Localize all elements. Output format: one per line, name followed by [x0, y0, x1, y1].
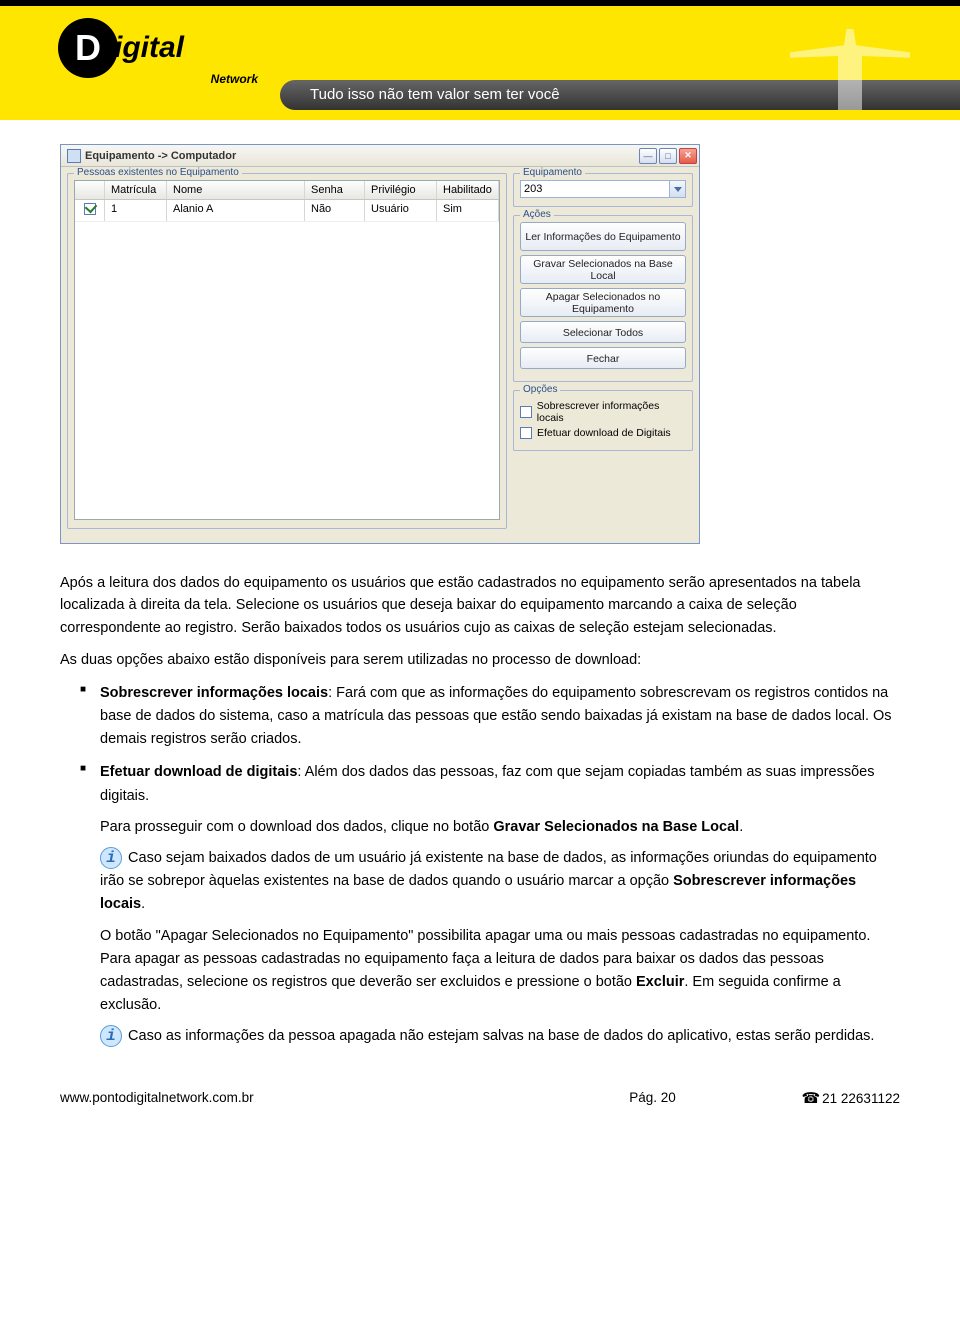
cell-habilitado: Sim: [437, 200, 499, 221]
equipamento-value[interactable]: [520, 180, 670, 198]
people-fieldset: Pessoas existentes no Equipamento Matríc…: [67, 173, 507, 529]
col-habilitado[interactable]: Habilitado: [437, 181, 499, 199]
select-all-button[interactable]: Selecionar Todos: [520, 321, 686, 343]
chevron-down-icon[interactable]: [670, 180, 686, 198]
footer-phone: 21 22631122: [822, 1091, 900, 1106]
minimize-button[interactable]: —: [639, 148, 657, 164]
delete-selected-button[interactable]: Apagar Selecionados no Equipamento: [520, 288, 686, 317]
paragraph-1: Após a leitura dos dados do equipamento …: [60, 572, 900, 639]
info-icon-2: i: [100, 1025, 122, 1047]
page-label: Pág.: [629, 1090, 657, 1105]
p6: Caso as informações da pessoa apagada nã…: [128, 1028, 874, 1044]
col-senha[interactable]: Senha: [305, 181, 365, 199]
col-matricula[interactable]: Matrícula: [105, 181, 167, 199]
page-number: 20: [661, 1090, 676, 1105]
opcoes-fieldset: Opções Sobrescrever informações locais E…: [513, 390, 693, 451]
p5b: Excluir: [636, 974, 684, 990]
people-list[interactable]: Matrícula Nome Senha Privilégio Habilita…: [74, 180, 500, 520]
table-row[interactable]: 1 Alanio A Não Usuário Sim: [75, 200, 499, 222]
overwrite-checkbox[interactable]: [520, 406, 532, 418]
page-footer: www.pontodigitalnetwork.com.br Pág. 20 ☎…: [0, 1089, 960, 1135]
bullet-2-bold: Efetuar download de digitais: [100, 764, 297, 780]
p4c: .: [141, 896, 145, 912]
logo: Digital Network: [58, 18, 268, 103]
save-local-button[interactable]: Gravar Selecionados na Base Local: [520, 255, 686, 284]
window-title: Equipamento -> Computador: [85, 150, 639, 162]
row-checkbox[interactable]: [84, 203, 96, 215]
col-nome[interactable]: Nome: [167, 181, 305, 199]
cell-senha: Não: [305, 200, 365, 221]
overwrite-label: Sobrescrever informações locais: [537, 400, 686, 424]
read-info-button[interactable]: Ler Informações do Equipamento: [520, 222, 686, 251]
download-digitals-label: Efetuar download de Digitais: [537, 427, 671, 439]
acoes-legend: Ações: [520, 209, 554, 220]
titlebar: Equipamento -> Computador — □ ✕: [61, 145, 699, 167]
download-digitals-checkbox[interactable]: [520, 427, 532, 439]
cell-nome: Alanio A: [167, 200, 305, 221]
logo-icon: D: [58, 18, 118, 78]
close-button[interactable]: ✕: [679, 148, 697, 164]
p3a: Para prosseguir com o download dos dados…: [100, 819, 493, 835]
bullet-1-bold: Sobrescrever informações locais: [100, 685, 328, 701]
equipamento-select[interactable]: [520, 180, 686, 198]
equipamento-fieldset: Equipamento: [513, 173, 693, 207]
bullet-2: Efetuar download de digitais: Além dos d…: [60, 761, 900, 1048]
dialog-window: Equipamento -> Computador — □ ✕ Pessoas …: [60, 144, 700, 544]
maximize-button[interactable]: □: [659, 148, 677, 164]
footer-url: www.pontodigitalnetwork.com.br: [60, 1090, 254, 1105]
window-icon: [67, 149, 81, 163]
cell-privilegio: Usuário: [365, 200, 437, 221]
bullet-1: Sobrescrever informações locais: Fará co…: [60, 682, 900, 752]
p3b: Gravar Selecionados na Base Local: [493, 819, 739, 835]
info-icon: i: [100, 847, 122, 869]
cell-matricula: 1: [105, 200, 167, 221]
list-header: Matrícula Nome Senha Privilégio Habilita…: [75, 181, 499, 200]
phone-icon: ☎: [801, 1089, 820, 1107]
equipamento-legend: Equipamento: [520, 167, 585, 178]
col-privilegio[interactable]: Privilégio: [365, 181, 437, 199]
close-dialog-button[interactable]: Fechar: [520, 347, 686, 369]
p3c: .: [739, 819, 743, 835]
page-header: Digital Network Tudo isso não tem valor …: [0, 0, 960, 120]
acoes-fieldset: Ações Ler Informações do Equipamento Gra…: [513, 215, 693, 382]
paragraph-2: As duas opções abaixo estão disponíveis …: [60, 649, 900, 671]
logo-text: igital: [114, 31, 184, 65]
people-legend: Pessoas existentes no Equipamento: [74, 167, 242, 178]
opcoes-legend: Opções: [520, 384, 560, 395]
